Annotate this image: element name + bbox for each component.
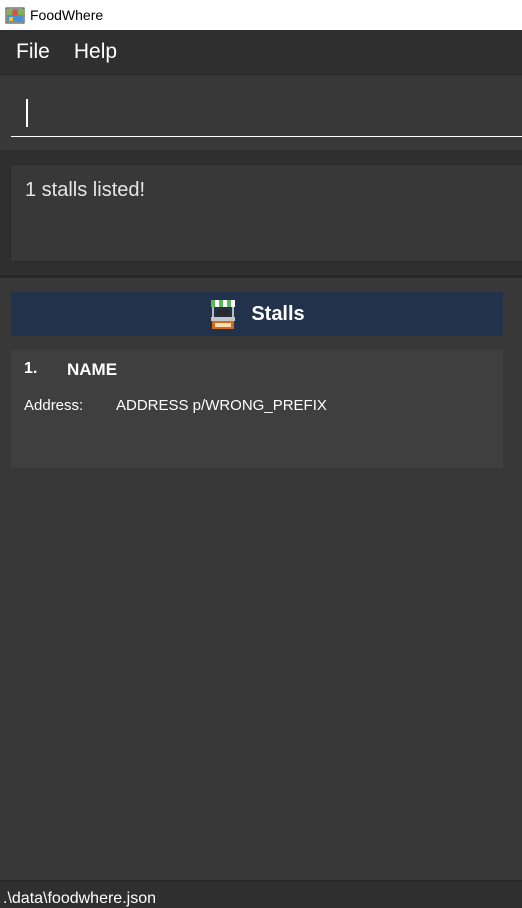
food-stall-icon	[211, 300, 236, 329]
title-bar: FoodWhere	[0, 0, 522, 30]
result-display-pane: 1 stalls listed!	[0, 153, 522, 278]
map-icon	[5, 7, 25, 24]
stall-list-header: Stalls	[11, 292, 503, 336]
app-window: FoodWhere File Help 1 stalls listed! Sta…	[0, 0, 522, 908]
result-message: 1 stalls listed!	[25, 179, 146, 201]
command-box-pane	[0, 75, 522, 153]
status-bar: .\data\foodwhere.json	[0, 880, 522, 908]
stall-card[interactable]: 1. NAME Address: ADDRESS p/WRONG_PREFIX	[11, 350, 503, 468]
menu-file[interactable]: File	[16, 40, 50, 64]
save-location-path: .\data\foodwhere.json	[3, 890, 156, 907]
stall-name: NAME	[67, 360, 118, 379]
stall-list-pane: Stalls 1. NAME Address: ADDRESS p/WRONG_…	[0, 278, 522, 880]
command-input[interactable]	[11, 93, 522, 137]
stall-address-label: Address:	[24, 397, 84, 414]
stall-index: 1.	[24, 360, 38, 377]
stall-list-title: Stalls	[251, 302, 305, 325]
stall-address: ADDRESS p/WRONG_PREFIX	[116, 397, 327, 414]
result-display[interactable]: 1 stalls listed!	[10, 164, 522, 262]
menu-bar: File Help	[0, 30, 522, 75]
window-title: FoodWhere	[30, 7, 104, 23]
menu-help[interactable]: Help	[74, 40, 117, 64]
text-caret	[26, 99, 28, 127]
